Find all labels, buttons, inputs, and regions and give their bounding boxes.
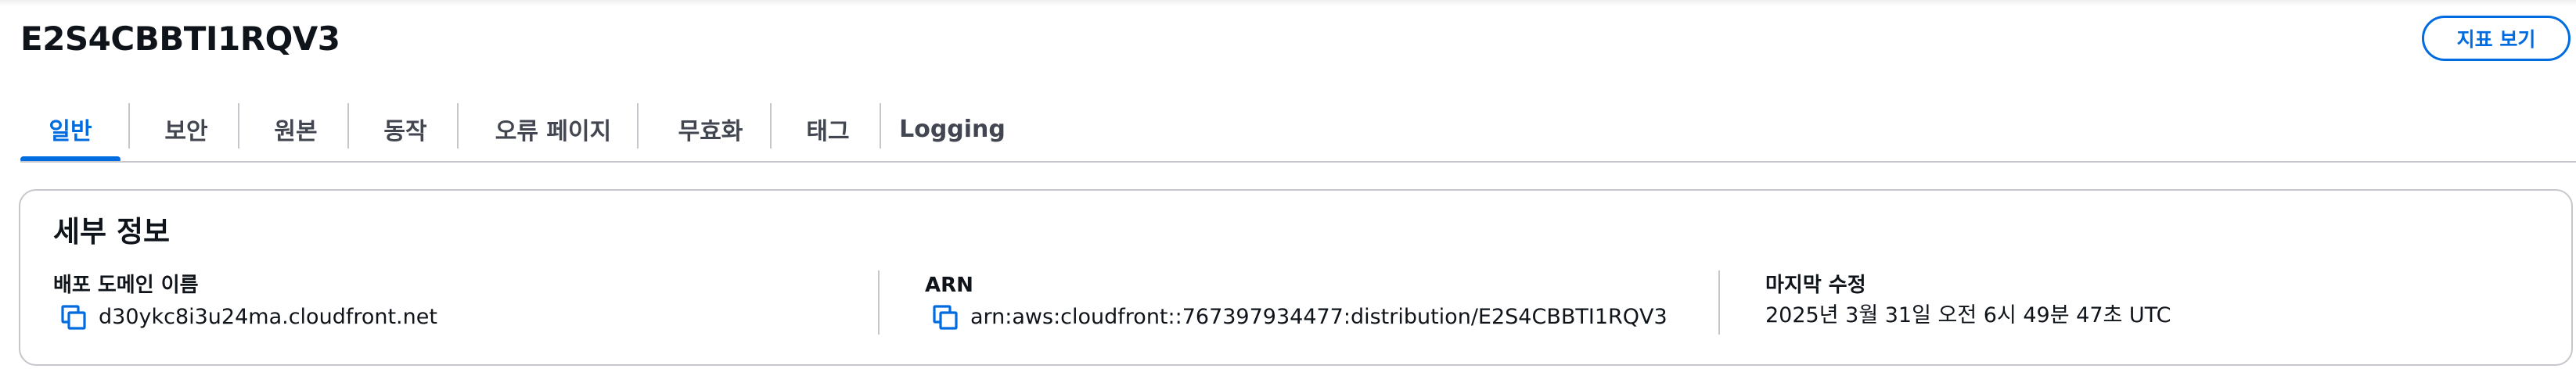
column-separator: [878, 270, 880, 335]
tab-separator: [347, 103, 349, 149]
tab-separator: [128, 103, 130, 149]
tab-separator: [637, 103, 639, 149]
tab-logging[interactable]: Logging: [894, 98, 1011, 159]
field-value: arn:aws:cloudfront::767397934477:distrib…: [925, 302, 1668, 333]
tabs-divider: [20, 161, 2576, 163]
view-metrics-button[interactable]: 지표 보기: [2422, 16, 2571, 61]
field-label: 배포 도메인 이름: [53, 274, 199, 297]
field-last-modified: 마지막 수정 2025년 3월 31일 오전 6시 49분 47초 UTC: [1765, 272, 2171, 330]
tab-separator: [457, 103, 459, 149]
arn-value: arn:aws:cloudfront::767397934477:distrib…: [970, 305, 1668, 329]
field-label: ARN: [925, 274, 973, 297]
field-value: 2025년 3월 31일 오전 6시 49분 47초 UTC: [1765, 302, 2171, 330]
tab-tags[interactable]: 태그: [784, 98, 872, 159]
copy-icon[interactable]: [58, 302, 89, 333]
page-title: E2S4CBBTI1RQV3: [20, 20, 340, 58]
last-modified-value: 2025년 3월 31일 오전 6시 49분 47초 UTC: [1765, 303, 2171, 328]
field-distribution-domain: 배포 도메인 이름 d30ykc8i3u24ma.cloudfront.net: [53, 272, 437, 333]
tab-origins[interactable]: 원본: [252, 98, 340, 159]
tab-separator: [880, 103, 881, 149]
tab-error-pages[interactable]: 오류 페이지: [471, 98, 635, 159]
tab-bar: 일반 보안 원본 동작 오류 페이지 무효화 태그 Logging: [20, 98, 2576, 163]
tab-separator: [238, 103, 239, 149]
distribution-domain-value: d30ykc8i3u24ma.cloudfront.net: [99, 305, 437, 329]
tab-security[interactable]: 보안: [142, 98, 230, 159]
tab-behaviors[interactable]: 동작: [362, 98, 449, 159]
column-separator: [1718, 270, 1720, 335]
tab-general[interactable]: 일반: [20, 98, 121, 163]
field-arn: ARN arn:aws:cloudfront::767397934477:dis…: [925, 272, 1668, 333]
field-value: d30ykc8i3u24ma.cloudfront.net: [53, 302, 437, 333]
top-shadow: [0, 0, 2576, 6]
details-title: 세부 정보: [53, 215, 171, 249]
details-panel: 세부 정보 배포 도메인 이름 d30ykc8i3u24ma.cloudfron…: [19, 189, 2573, 366]
field-label: 마지막 수정: [1765, 274, 1866, 297]
tab-invalidations[interactable]: 무효화: [651, 98, 770, 159]
tab-separator: [770, 103, 772, 149]
copy-icon[interactable]: [930, 302, 961, 333]
